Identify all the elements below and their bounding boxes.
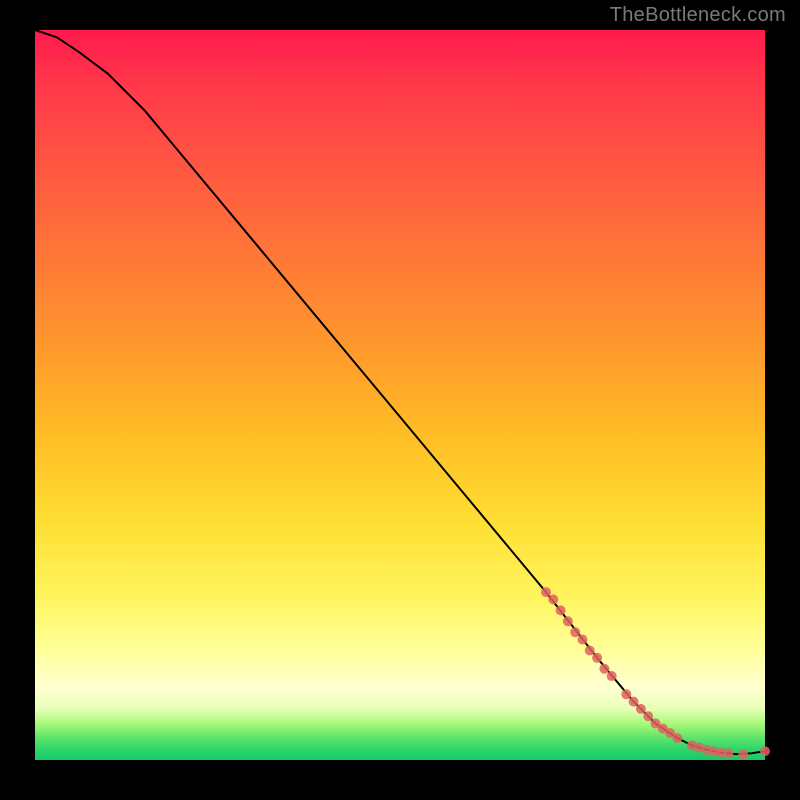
highlight-dot: [563, 616, 573, 626]
highlight-dot: [585, 646, 595, 656]
plot-svg: [35, 30, 765, 760]
highlight-dot: [578, 635, 588, 645]
highlight-dot: [738, 749, 748, 759]
highlight-dot: [621, 689, 631, 699]
highlight-dot: [636, 704, 646, 714]
plot-area: [35, 30, 765, 760]
highlight-dot: [570, 627, 580, 637]
highlight-dot: [599, 664, 609, 674]
highlight-dot: [724, 748, 734, 758]
highlight-dot: [672, 733, 682, 743]
chart-frame: TheBottleneck.com: [0, 0, 800, 800]
curve-path: [35, 30, 765, 754]
watermark-text: TheBottleneck.com: [610, 4, 786, 27]
highlight-dot: [548, 594, 558, 604]
highlight-dot: [556, 605, 566, 615]
highlight-dot: [760, 746, 770, 756]
highlight-dot: [643, 711, 653, 721]
highlight-dot: [629, 697, 639, 707]
highlight-dot: [607, 671, 617, 681]
highlight-dot: [541, 587, 551, 597]
highlight-dot: [592, 653, 602, 663]
